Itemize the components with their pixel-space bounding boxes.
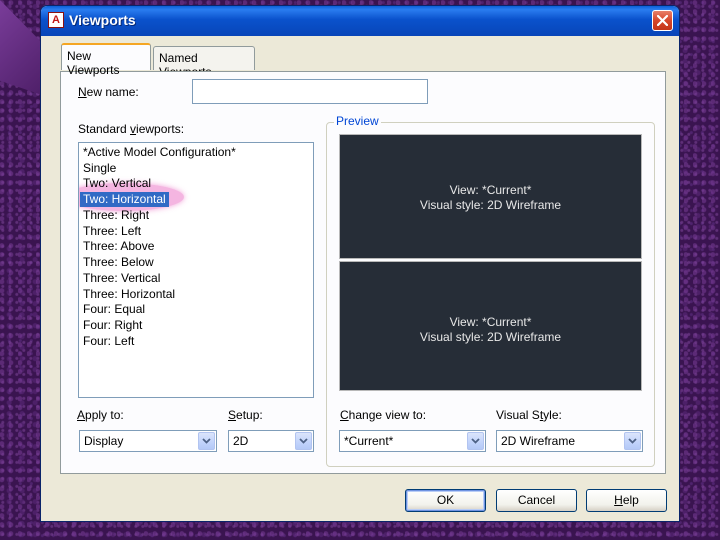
preview-view-text: View: *Current*	[449, 183, 532, 197]
list-item[interactable]: *Active Model Configuration*	[83, 145, 236, 160]
preview-viewport-top[interactable]: View: *Current* Visual style: 2D Wirefra…	[339, 134, 642, 259]
visual-style-value: 2D Wireframe	[501, 434, 576, 448]
list-item[interactable]: Three: Right	[83, 208, 149, 223]
tab-label: New Viewports	[67, 49, 120, 77]
chevron-down-icon	[628, 438, 637, 444]
chevron-down-icon	[299, 438, 308, 444]
preview-style-text: Visual style: 2D Wireframe	[419, 330, 562, 344]
list-item[interactable]: Single	[83, 161, 116, 176]
list-item[interactable]: Three: Vertical	[83, 271, 160, 286]
help-label: elp	[622, 493, 639, 507]
close-icon	[657, 15, 668, 26]
standard-viewports-list[interactable]: *Active Model Configuration* Single Two:…	[78, 142, 314, 398]
list-item-selected[interactable]: Two: Horizontal	[80, 192, 169, 207]
visual-style-label: Visual Style:	[496, 408, 562, 422]
list-item[interactable]: Four: Left	[83, 334, 134, 349]
cancel-button[interactable]: Cancel	[496, 489, 577, 512]
setup-dropdown[interactable]: 2D	[228, 430, 314, 452]
window-title: Viewports	[69, 12, 136, 28]
new-name-input[interactable]	[192, 79, 428, 104]
desktop-corner-decoration	[0, 0, 42, 95]
list-item[interactable]: Three: Below	[83, 255, 154, 270]
title-bar[interactable]: A Viewports	[41, 6, 679, 36]
setup-value: 2D	[233, 434, 249, 448]
change-view-to-label: Change view to:	[340, 408, 427, 422]
preview-viewport-bottom[interactable]: View: *Current* Visual style: 2D Wirefra…	[339, 261, 642, 391]
tab-new-viewports[interactable]: New Viewports	[61, 43, 151, 77]
help-button[interactable]: Help	[586, 489, 667, 512]
dropdown-arrow-button[interactable]	[198, 432, 215, 450]
ok-button[interactable]: OK	[405, 489, 486, 512]
viewports-dialog: A Viewports New Viewports Named Viewport…	[40, 5, 680, 522]
setup-label: Setup:	[228, 408, 263, 422]
dropdown-arrow-button[interactable]	[467, 432, 484, 450]
chevron-down-icon	[202, 438, 211, 444]
apply-to-dropdown[interactable]: Display	[79, 430, 217, 452]
chevron-down-icon	[471, 438, 480, 444]
apply-to-label: Apply to:	[77, 408, 124, 422]
preview-group-title: Preview	[334, 114, 381, 128]
list-item[interactable]: Three: Above	[83, 239, 154, 254]
dropdown-arrow-button[interactable]	[624, 432, 641, 450]
list-item[interactable]: Four: Equal	[83, 302, 145, 317]
list-item[interactable]: Two: Vertical	[83, 176, 151, 191]
list-item[interactable]: Four: Right	[83, 318, 142, 333]
close-button[interactable]	[652, 10, 673, 31]
new-viewports-panel: New name: Standard viewports: *Active Mo…	[60, 71, 666, 474]
dialog-client-area: New Viewports Named Viewports New name: …	[41, 36, 679, 521]
preview-view-text: View: *Current*	[449, 315, 532, 329]
change-view-to-value: *Current*	[344, 434, 394, 448]
change-view-to-dropdown[interactable]: *Current*	[339, 430, 486, 452]
dropdown-arrow-button[interactable]	[295, 432, 312, 450]
standard-viewports-label: Standard viewports:	[78, 122, 185, 136]
preview-style-text: Visual style: 2D Wireframe	[419, 198, 562, 212]
visual-style-dropdown[interactable]: 2D Wireframe	[496, 430, 643, 452]
apply-to-value: Display	[84, 434, 124, 448]
list-item[interactable]: Three: Horizontal	[83, 287, 175, 302]
autocad-app-icon: A	[48, 12, 64, 28]
new-name-label: New name:	[78, 85, 139, 99]
tab-named-viewports[interactable]: Named Viewports	[153, 46, 255, 79]
list-item[interactable]: Three: Left	[83, 224, 141, 239]
help-mnemonic: H	[614, 493, 623, 507]
